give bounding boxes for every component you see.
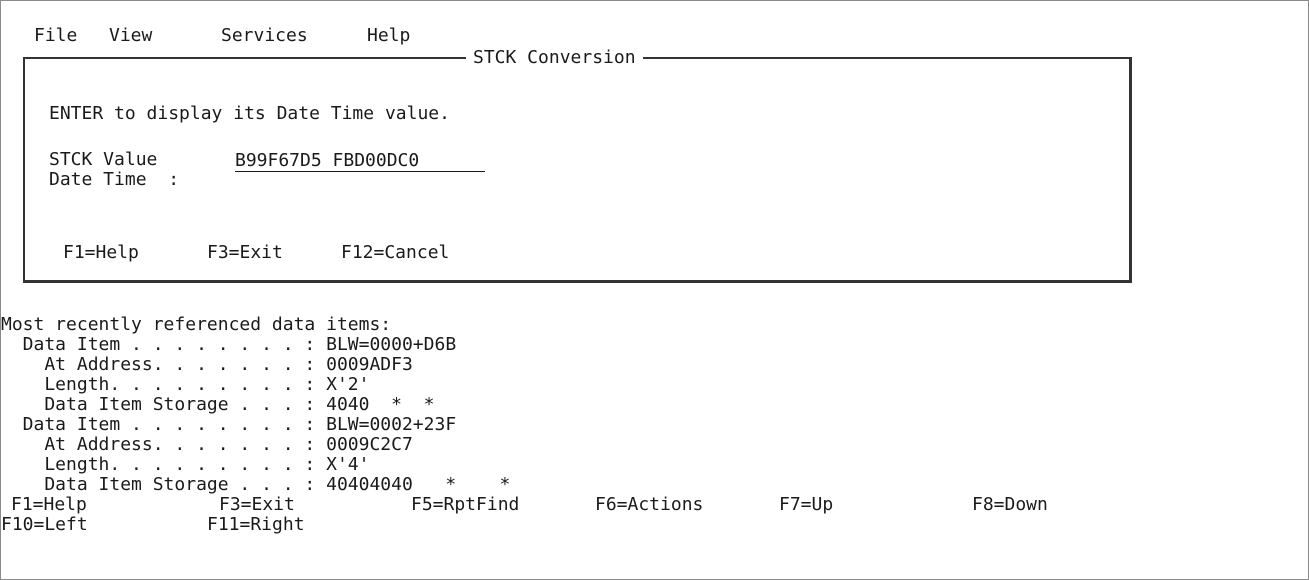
recent-item-line: At Address. . . . . . . : 0009ADF3	[1, 354, 413, 375]
menu-services[interactable]: Services	[221, 25, 308, 46]
menu-help[interactable]: Help	[367, 25, 410, 46]
stck-value-label: STCK Value	[49, 149, 158, 170]
fkey-up[interactable]: F7=Up	[779, 495, 833, 515]
dialog-fkey-cancel[interactable]: F12=Cancel	[341, 243, 449, 263]
fkey-rptfind[interactable]: F5=RptFind	[411, 495, 519, 515]
stck-conversion-dialog: STCK Conversion ENTER to display its Dat…	[23, 48, 1132, 283]
fkey-actions[interactable]: F6=Actions	[595, 495, 703, 515]
fkey-exit[interactable]: F3=Exit	[219, 495, 295, 515]
recent-item-line: At Address. . . . . . . : 0009C2C7	[1, 434, 413, 455]
recent-item-line: Data Item Storage . . . : 40404040 * *	[1, 474, 511, 495]
recent-item-line: Data Item . . . . . . . . : BLW=0000+D6B	[1, 334, 457, 355]
recent-item-line: Data Item Storage . . . : 4040 * *	[1, 394, 435, 415]
recent-item-line: Length. . . . . . . . . : X'2'	[1, 374, 370, 395]
dialog-fkey-help[interactable]: F1=Help	[63, 243, 139, 263]
fkey-down[interactable]: F8=Down	[972, 495, 1048, 515]
stck-value-input[interactable]	[235, 149, 485, 172]
menu-view[interactable]: View	[109, 25, 152, 46]
fkey-left[interactable]: F10=Left	[1, 515, 88, 535]
recent-items-heading: Most recently referenced data items:	[1, 314, 392, 335]
terminal-screen: File View Services Help STCK Conversion …	[0, 0, 1309, 580]
dialog-instruction: ENTER to display its Date Time value.	[49, 103, 450, 124]
datetime-label: Date Time :	[49, 169, 180, 190]
fkey-help[interactable]: F1=Help	[11, 495, 87, 515]
dialog-fkey-exit[interactable]: F3=Exit	[207, 243, 283, 263]
recent-item-line: Data Item . . . . . . . . : BLW=0002+23F	[1, 414, 457, 435]
fkey-right[interactable]: F11=Right	[207, 515, 305, 535]
recent-item-line: Length. . . . . . . . . : X'4'	[1, 454, 370, 475]
dialog-title: STCK Conversion	[466, 48, 643, 68]
menu-file[interactable]: File	[34, 25, 77, 46]
